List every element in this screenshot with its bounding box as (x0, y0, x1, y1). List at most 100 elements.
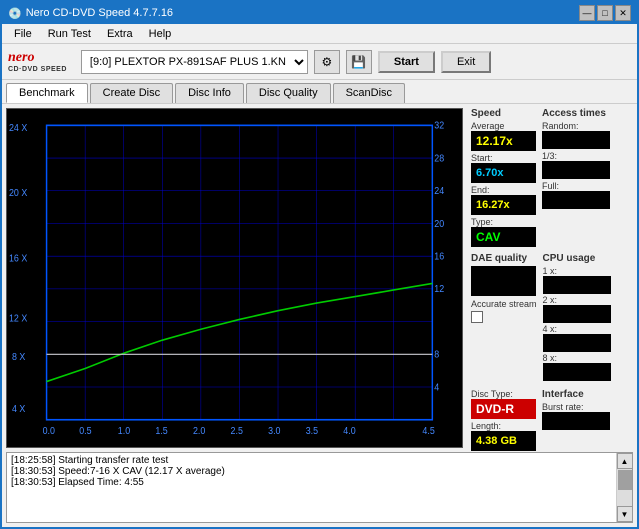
middle-area: 24 X 20 X 16 X 12 X 8 X 4 X 32 28 24 20 … (2, 104, 637, 452)
tab-create-disc[interactable]: Create Disc (90, 83, 173, 103)
svg-text:12 X: 12 X (9, 313, 28, 323)
toolbar-settings-btn[interactable]: ⚙ (314, 50, 340, 74)
tab-benchmark[interactable]: Benchmark (6, 83, 88, 103)
log-container: [18:25:58] Starting transfer rate test [… (6, 452, 633, 523)
chart-svg: 24 X 20 X 16 X 12 X 8 X 4 X 32 28 24 20 … (7, 109, 462, 447)
type-label: Type: (471, 217, 536, 227)
svg-text:2.5: 2.5 (231, 426, 243, 436)
tab-disc-quality[interactable]: Disc Quality (246, 83, 331, 103)
toolbar: nero CD·DVD SPEED [9:0] PLEXTOR PX-891SA… (2, 44, 637, 80)
burst-rate-value (542, 412, 610, 430)
right-panel: Speed Average 12.17x Start: 6.70x End: 1… (467, 104, 637, 452)
svg-text:4.0: 4.0 (343, 426, 355, 436)
type-value: CAV (471, 227, 536, 247)
start-label: Start: (471, 153, 536, 163)
svg-text:4: 4 (434, 382, 439, 392)
4x-value (543, 334, 611, 352)
scroll-thumb[interactable] (618, 470, 632, 490)
bottom-area: [18:25:58] Starting transfer rate test [… (2, 452, 637, 527)
toolbar-save-btn[interactable]: 💾 (346, 50, 372, 74)
svg-text:20 X: 20 X (9, 188, 28, 198)
average-label: Average (471, 121, 536, 131)
menu-help[interactable]: Help (141, 26, 180, 42)
speed-section: Speed Average 12.17x Start: 6.70x End: 1… (471, 108, 536, 247)
title-bar: 💿 Nero CD-DVD Speed 4.7.7.16 — □ ✕ (2, 2, 637, 24)
svg-text:32: 32 (434, 120, 444, 130)
random-label: Random: (542, 121, 610, 131)
dae-value (471, 266, 536, 296)
disc-section: Disc Type: DVD-R Length: 4.38 GB (471, 389, 536, 451)
menu-file[interactable]: File (6, 26, 40, 42)
start-button[interactable]: Start (378, 51, 435, 73)
access-section: Access times Random: 1/3: Full: (542, 108, 610, 247)
burst-rate-label: Burst rate: (542, 402, 610, 412)
svg-text:0.5: 0.5 (79, 426, 91, 436)
scroll-track (617, 469, 632, 506)
svg-text:28: 28 (434, 153, 444, 163)
scroll-down-button[interactable]: ▼ (617, 506, 633, 522)
tab-scan-disc[interactable]: ScanDisc (333, 83, 405, 103)
length-label: Length: (471, 421, 536, 431)
svg-text:20: 20 (434, 218, 444, 228)
nero-logo: nero CD·DVD SPEED (8, 50, 67, 73)
svg-text:1.0: 1.0 (118, 426, 130, 436)
close-button[interactable]: ✕ (615, 5, 631, 21)
2x-value (543, 305, 611, 323)
log-entry-0: [18:25:58] Starting transfer rate test (11, 455, 612, 466)
menu-run-test[interactable]: Run Test (40, 26, 99, 42)
1x-label: 1 x: (543, 266, 611, 276)
accurate-stream-checkbox[interactable] (471, 311, 483, 323)
full-label: Full: (542, 181, 610, 191)
accurate-stream-label: Accurate stream (471, 299, 537, 309)
interface-title: Interface (542, 389, 610, 400)
log-text-area[interactable]: [18:25:58] Starting transfer rate test [… (7, 453, 616, 522)
nero-logo-top: nero (8, 50, 34, 66)
svg-text:4 X: 4 X (12, 404, 26, 414)
svg-text:3.0: 3.0 (268, 426, 280, 436)
tab-disc-info[interactable]: Disc Info (175, 83, 244, 103)
svg-text:8 X: 8 X (12, 351, 26, 361)
accurate-stream-checkbox-row (471, 311, 537, 323)
svg-text:8: 8 (434, 349, 439, 359)
svg-text:4.5: 4.5 (422, 426, 434, 436)
8x-value (543, 363, 611, 381)
exit-button[interactable]: Exit (441, 51, 491, 73)
disc-type-value: DVD-R (471, 399, 536, 419)
svg-text:16: 16 (434, 251, 444, 261)
menu-extra[interactable]: Extra (99, 26, 141, 42)
cpu-title: CPU usage (543, 253, 611, 264)
speed-title: Speed (471, 108, 536, 119)
drive-selector[interactable]: [9:0] PLEXTOR PX-891SAF PLUS 1.KN (81, 50, 308, 74)
random-value (542, 131, 610, 149)
title-text: Nero CD-DVD Speed 4.7.7.16 (26, 7, 173, 19)
menu-bar: File Run Test Extra Help (2, 24, 637, 44)
svg-text:3.5: 3.5 (306, 426, 318, 436)
nero-logo-bottom: CD·DVD SPEED (8, 66, 67, 73)
cpu-section: CPU usage 1 x: 2 x: 4 x: 8 x: (543, 253, 611, 381)
title-bar-controls: — □ ✕ (579, 5, 631, 21)
access-title: Access times (542, 108, 610, 119)
svg-text:2.0: 2.0 (193, 426, 205, 436)
length-value: 4.38 GB (471, 431, 536, 451)
log-scrollbar: ▲ ▼ (616, 453, 632, 522)
content-area: 24 X 20 X 16 X 12 X 8 X 4 X 32 28 24 20 … (2, 104, 637, 527)
end-label: End: (471, 185, 536, 195)
maximize-button[interactable]: □ (597, 5, 613, 21)
chart-wrapper: 24 X 20 X 16 X 12 X 8 X 4 X 32 28 24 20 … (2, 104, 467, 452)
4x-label: 4 x: (543, 324, 611, 334)
minimize-button[interactable]: — (579, 5, 595, 21)
title-bar-title: 💿 Nero CD-DVD Speed 4.7.7.16 (8, 7, 173, 20)
app-icon: 💿 (8, 7, 22, 20)
log-entry-1: [18:30:53] Speed:7-16 X CAV (12.17 X ave… (11, 466, 612, 477)
1x-value (543, 276, 611, 294)
start-value: 6.70x (471, 163, 536, 183)
svg-text:24: 24 (434, 186, 444, 196)
onethird-label: 1/3: (542, 151, 610, 161)
8x-label: 8 x: (543, 353, 611, 363)
end-value: 16.27x (471, 195, 536, 215)
scroll-up-button[interactable]: ▲ (617, 453, 633, 469)
svg-text:12: 12 (434, 284, 444, 294)
2x-label: 2 x: (543, 295, 611, 305)
disc-type-label: Disc Type: (471, 389, 536, 399)
svg-text:16 X: 16 X (9, 253, 28, 263)
